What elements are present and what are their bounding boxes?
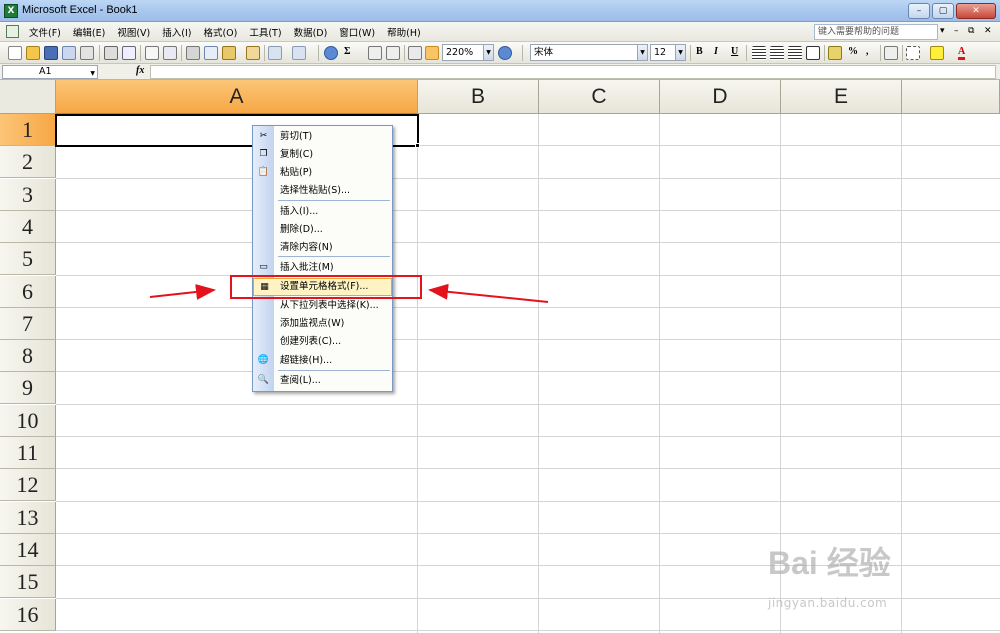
watermark-url: jingyan.baidu.com bbox=[768, 596, 888, 610]
baidu-jingyan-watermark: Bai 经验 jingyan.baidu.com bbox=[768, 538, 968, 618]
right-arrow bbox=[428, 283, 549, 303]
watermark-logo: Bai 经验 bbox=[768, 545, 891, 581]
left-arrow bbox=[149, 284, 216, 300]
